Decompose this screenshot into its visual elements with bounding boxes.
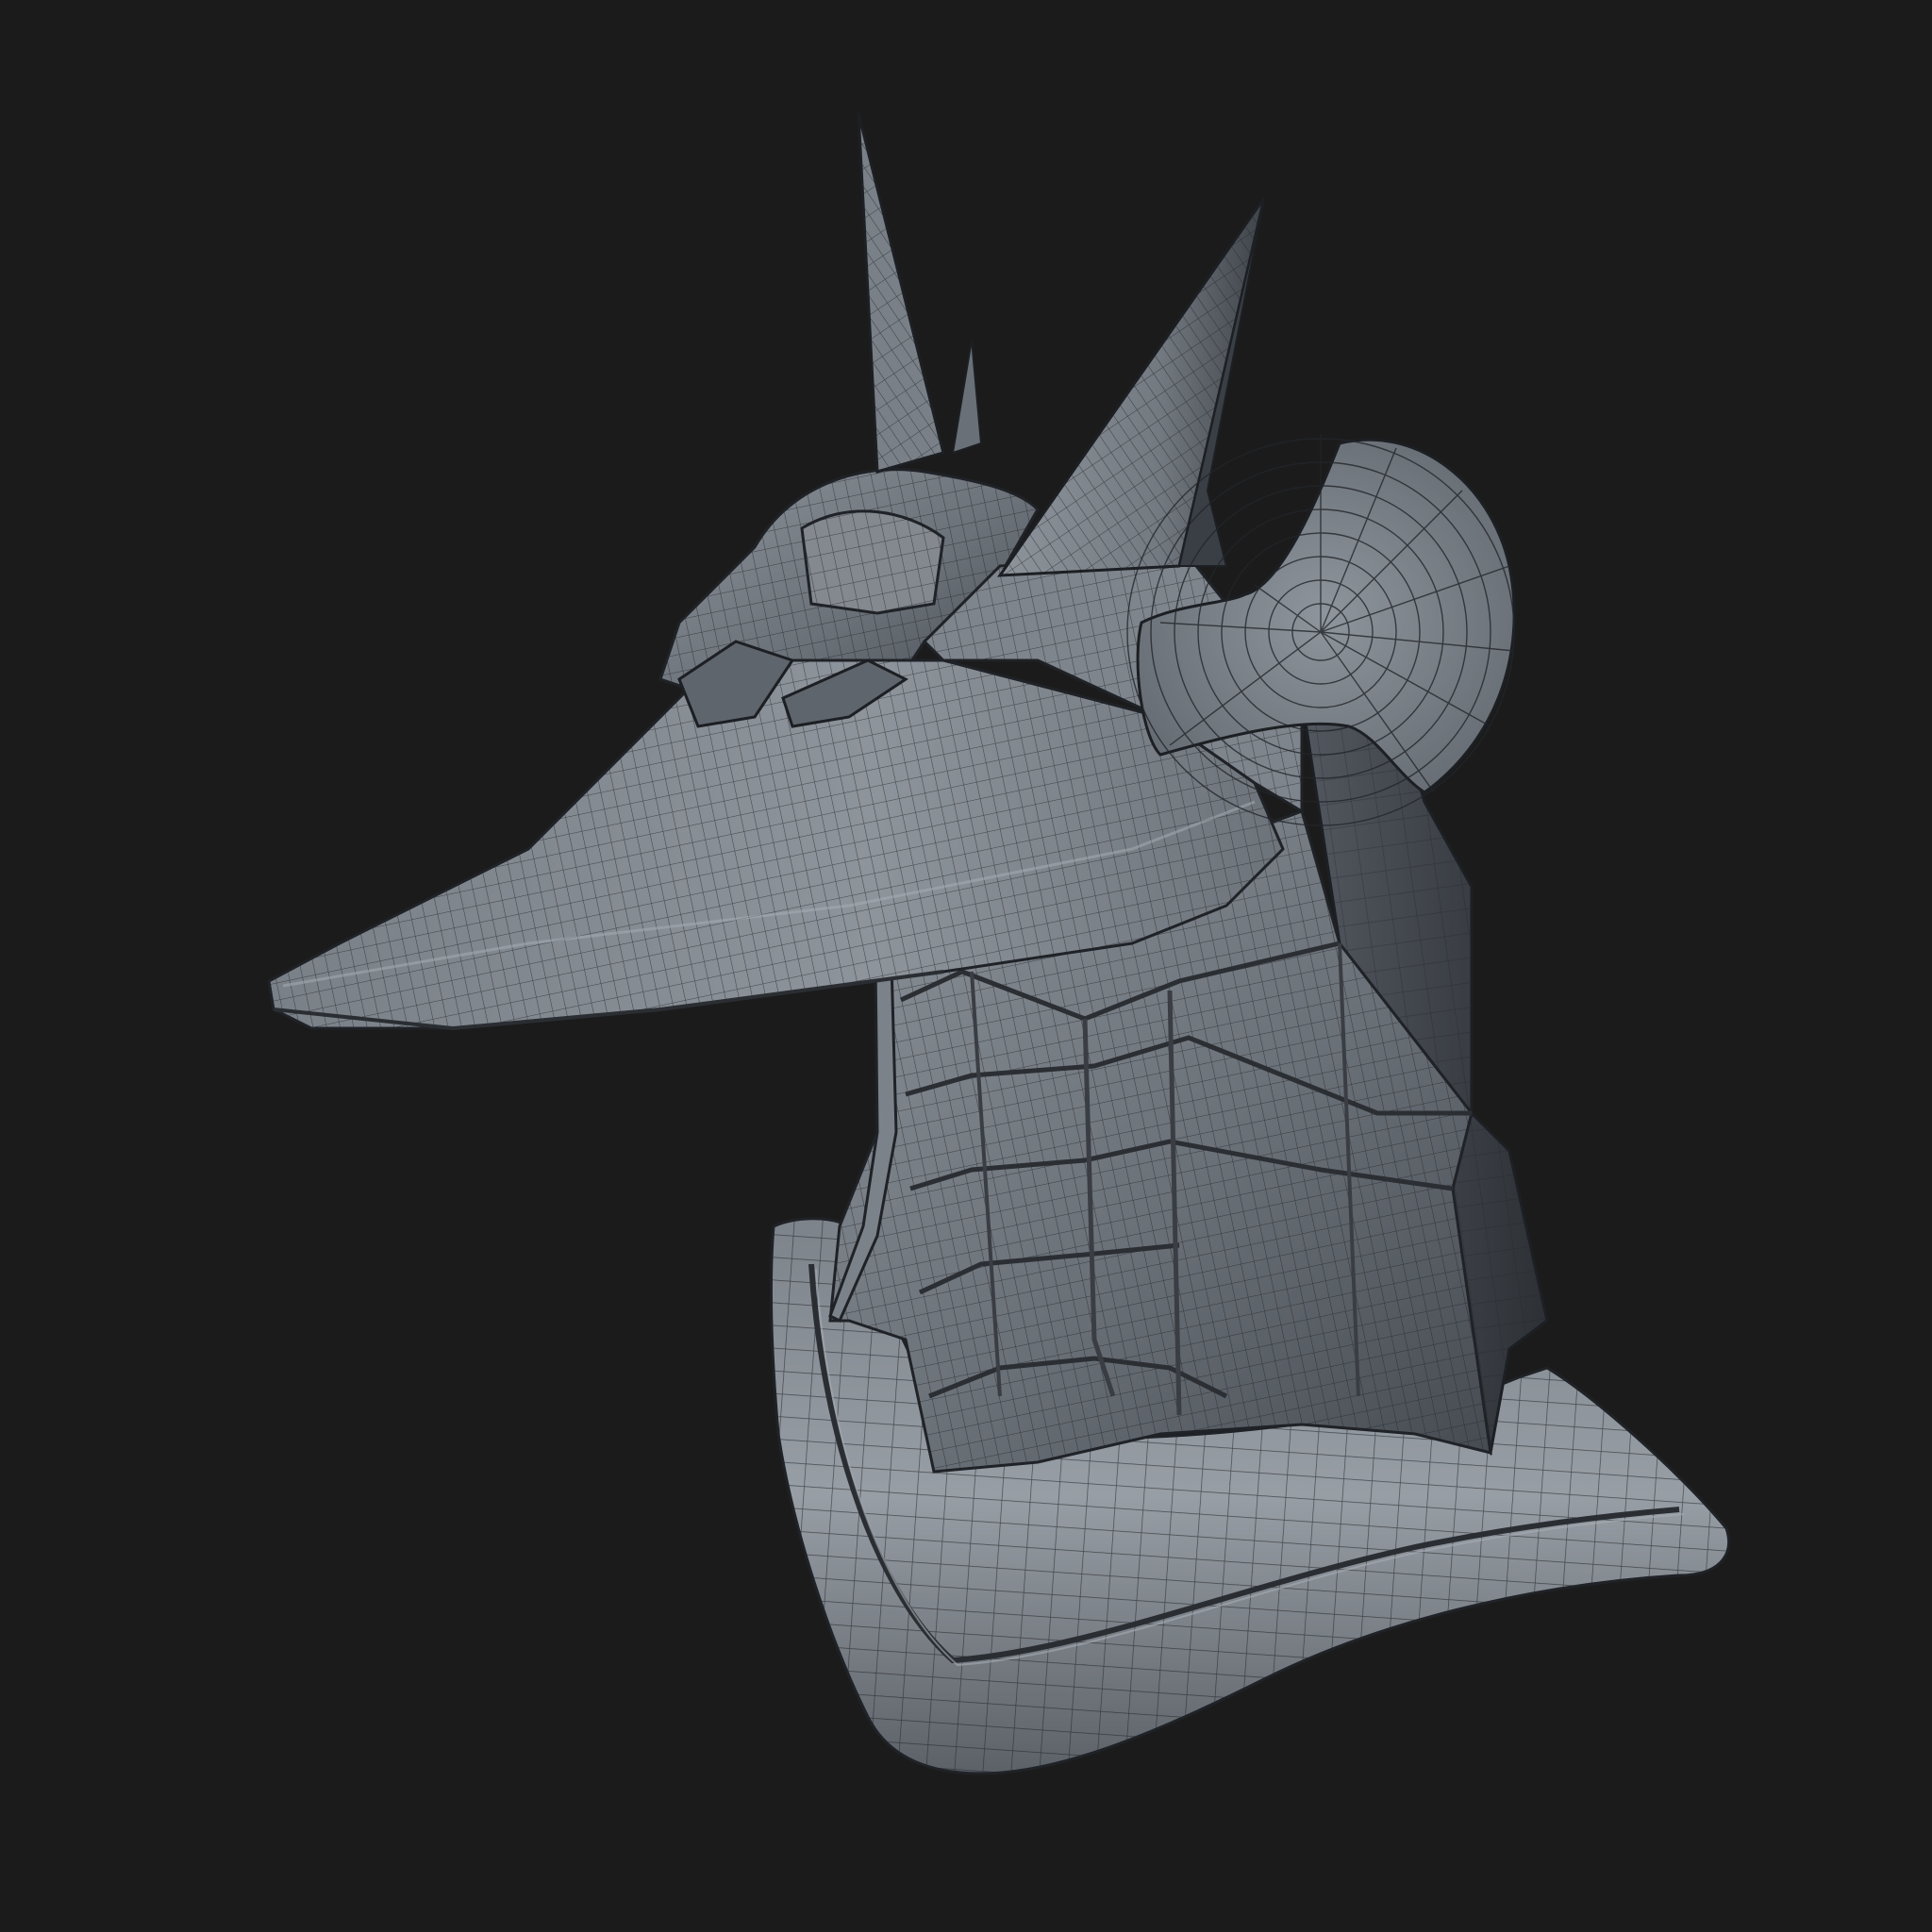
ear-left xyxy=(857,112,983,474)
anubis-helmet-model xyxy=(267,112,1730,1775)
ear-right xyxy=(997,197,1266,577)
render-viewport xyxy=(0,0,1932,1932)
